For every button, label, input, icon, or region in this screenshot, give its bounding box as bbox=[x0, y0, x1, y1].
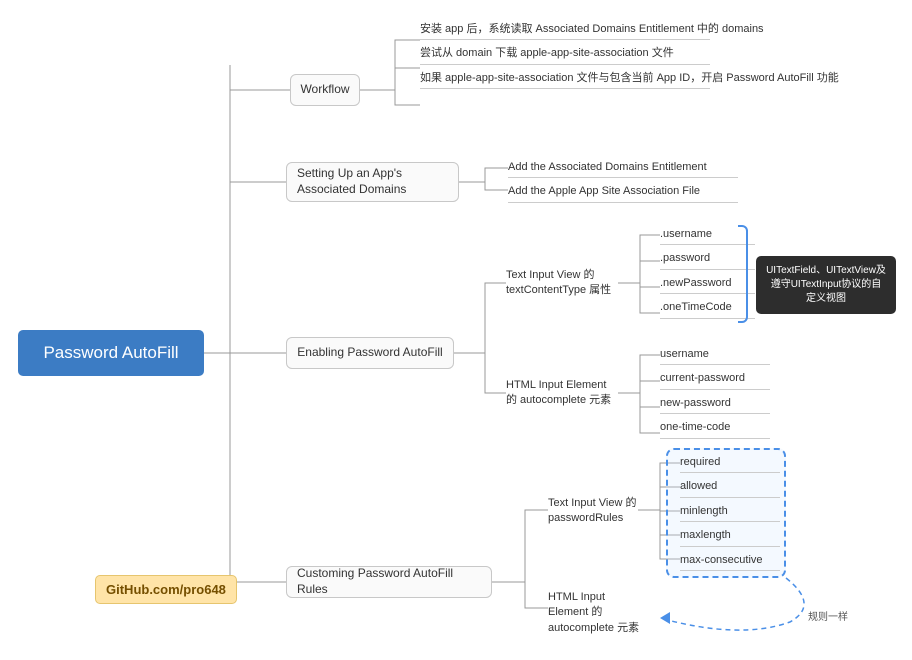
associated-domains-leaves: Add the Associated Domains Entitlement A… bbox=[508, 160, 738, 209]
root-label: Password AutoFill bbox=[43, 343, 178, 363]
annotation-same-rules: 规则一样 bbox=[808, 608, 848, 623]
label-html-autocomplete-rules: HTML Input Element 的 autocomplete 元素 bbox=[548, 590, 648, 636]
workflow-leaves: 安装 app 后，系统读取 Associated Domains Entitle… bbox=[420, 22, 710, 95]
node-custom-rules: Customing Password AutoFill Rules bbox=[286, 566, 492, 598]
bracket-icon bbox=[738, 225, 748, 323]
node-workflow: Workflow bbox=[290, 74, 360, 106]
label-text-content-type: Text Input View 的 textContentType 属性 bbox=[506, 268, 618, 299]
tag-uitextfield: UITextField、UITextView及遵守UITextInput协议的自… bbox=[756, 256, 896, 314]
label-html-autocomplete: HTML Input Element 的 autocomplete 元素 bbox=[506, 378, 618, 409]
rules-leaves: required allowed minlength maxlength max… bbox=[680, 455, 780, 577]
label-password-rules: Text Input View 的 passwordRules bbox=[548, 496, 640, 527]
github-badge: GitHub.com/pro648 bbox=[95, 575, 237, 604]
node-associated-domains: Setting Up an App's Associated Domains bbox=[286, 162, 459, 202]
html-ac-leaves: username current-password new-password o… bbox=[660, 347, 770, 445]
node-enabling-autofill: Enabling Password AutoFill bbox=[286, 337, 454, 369]
root-node: Password AutoFill bbox=[18, 330, 204, 376]
